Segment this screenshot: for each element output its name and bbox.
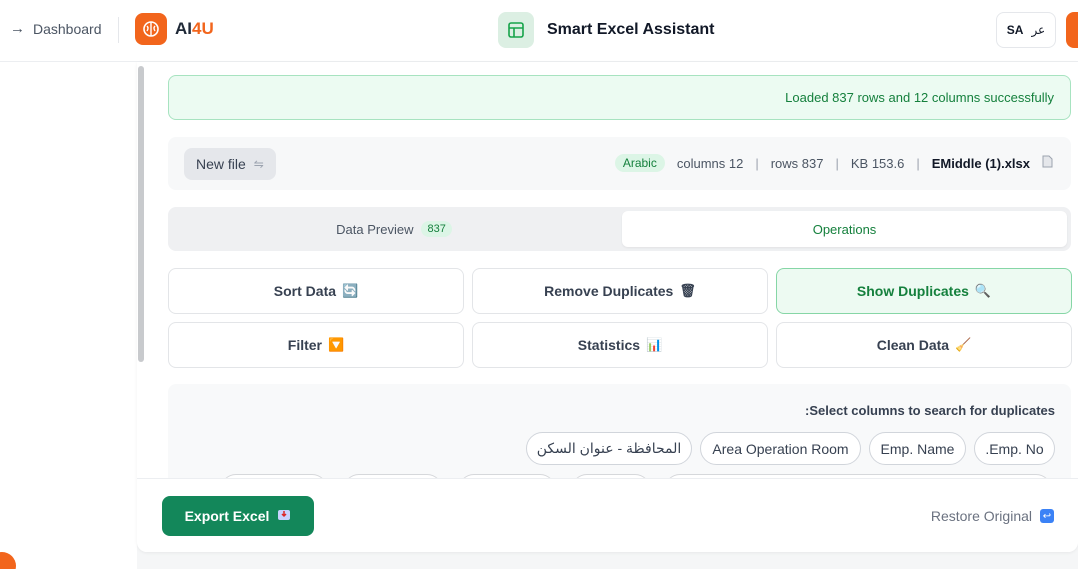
back-to-dashboard-link[interactable]: → Dashboard [10,20,102,37]
app-title-group: Smart Excel Assistant [498,12,714,48]
column-chip-area-operation-room[interactable]: Area Operation Room [700,432,861,465]
meta-divider: | [916,155,920,171]
column-count: columns 12 [676,155,744,171]
remove-duplicates-button[interactable]: Remove Duplicates 🗑 [472,268,768,314]
meta-divider: | [835,155,839,171]
export-excel-label: Export Excel [184,508,270,524]
brain-icon [135,13,167,45]
file-meta: Arabic columns 12 | rows 837 | KB 153.6 … [614,154,1053,172]
left-sidebar [0,62,137,569]
language-code: SA [1006,23,1024,37]
statistics-button[interactable]: Statistics 📊 [472,322,768,368]
vertical-scrollbar[interactable] [138,66,144,362]
tab-operations-label: Operations [812,221,877,237]
meta-divider: | [755,155,759,171]
brand-name: AI4U [175,19,214,38]
brand-logo[interactable]: AI4U [135,13,214,45]
file-size: KB 153.6 [850,155,905,171]
column-chip-governorate[interactable]: المحافظة - عنوان السكن [526,432,692,465]
file-info-bar: New file ⇋ Arabic columns 12 | rows 837 … [168,137,1071,190]
view-tabs: Data Preview 837 Operations [168,207,1071,251]
row-count-badge: 837 [421,221,452,237]
restore-original-label: Restore Original [930,508,1032,524]
restore-original-button[interactable]: Restore Original ↩ [931,508,1054,524]
file-icon [1042,155,1053,171]
back-label: Dashboard [33,20,102,37]
show-duplicates-button[interactable]: Show Duplicates 🔍 [776,268,1072,314]
row-count: rows 837 [770,155,824,171]
refresh-icon: 🔄 [342,283,359,298]
success-banner: Loaded 837 rows and 12 columns successfu… [168,75,1071,120]
filter-down-icon: 🔽 [328,337,345,352]
trash-icon: 🗑 [679,283,696,298]
clean-data-button[interactable]: Clean Data 🧹 [776,322,1072,368]
swap-icon: ⇋ [253,157,264,171]
export-excel-button[interactable]: Export Excel [162,496,314,536]
language-switch-button[interactable]: SA عر [996,12,1056,48]
header-divider [118,17,119,43]
profile-button[interactable] [1066,12,1078,48]
new-file-label: New file [196,156,246,172]
new-file-button[interactable]: New file ⇋ [184,148,276,180]
duplicate-columns-prompt: :Select columns to search for duplicates [805,403,1055,418]
column-chip-emp-no[interactable]: .Emp. No [974,432,1055,465]
sort-data-button[interactable]: Sort Data 🔄 [168,268,464,314]
broom-icon: 🧹 [955,337,972,352]
arrow-right-icon: → [10,20,25,37]
tab-data-preview[interactable]: Data Preview 837 [172,211,616,247]
inbox-icon [277,508,291,525]
page-title: Smart Excel Assistant [547,21,715,38]
language-alt-label: عر [1031,23,1046,37]
tab-operations[interactable]: Operations [622,211,1067,247]
language-badge: Arabic [614,154,665,172]
filter-button[interactable]: Filter 🔽 [168,322,464,368]
file-name: EMiddle (1).xlsx [931,155,1030,171]
magnifier-icon: 🔍 [974,283,992,298]
top-header: → Dashboard AI4U Smart Excel Assistant S… [0,0,1078,62]
return-arrow-icon: ↩ [1040,509,1054,523]
spreadsheet-icon [498,12,534,48]
action-footer: Export Excel Restore Original ↩ [137,478,1078,552]
bar-chart-icon: 📊 [646,337,663,352]
tab-data-preview-label: Data Preview [336,221,414,237]
column-chip-emp-name[interactable]: Emp. Name [869,432,966,465]
